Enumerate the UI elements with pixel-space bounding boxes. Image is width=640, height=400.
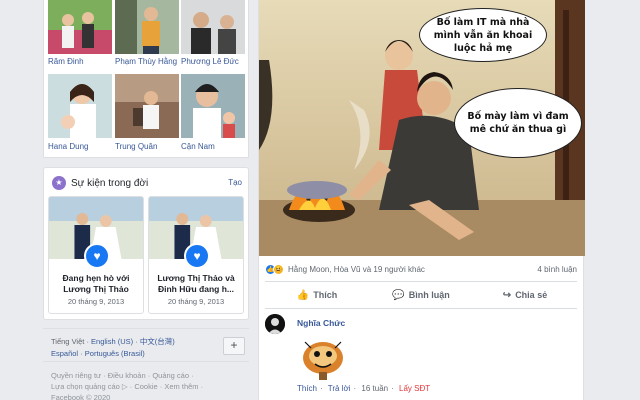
friend-photo[interactable] <box>48 74 112 138</box>
friend-photo[interactable] <box>48 0 112 54</box>
friend-name[interactable]: Cận Nam <box>181 142 245 151</box>
like-button[interactable]: 👍 Thích <box>265 284 369 306</box>
share-label: Chia sẻ <box>515 290 548 300</box>
language-row: Español · Português (Brasil) <box>51 349 145 358</box>
friend-tile[interactable]: Hana Dung <box>48 74 112 151</box>
life-event-card[interactable]: ♥ Đang hẹn hò với Lương Thị Thảo 20 thán… <box>48 196 144 314</box>
comment-timestamp[interactable]: 16 tuần <box>361 384 388 393</box>
language-selector: Tiếng Việt · English (US) · 中文(台灣) Españ… <box>43 328 249 362</box>
life-events-header: ★ Sự kiện trong đời <box>52 175 148 191</box>
share-icon: ↪ <box>502 289 512 301</box>
share-button[interactable]: ↪ Chia sẻ <box>473 284 577 306</box>
comment-label: Bình luận <box>408 290 450 300</box>
comment-reply-link[interactable]: Trả lời <box>328 384 351 393</box>
footer-copyright: Facebook © 2020 <box>51 393 111 400</box>
event-title[interactable]: Đang hẹn hò với Lương Thị Thảo <box>53 273 139 295</box>
reactions-summary[interactable]: Hằng Moon, Hòa Vũ và 19 người khác <box>288 265 425 274</box>
language-link[interactable]: Español <box>51 349 78 358</box>
post-card: Bố làm IT mà nhà mình vẫn ăn khoai luộc … <box>258 0 585 400</box>
footer-links: Quyền riêng tư · Điều khoản · Quảng cáo … <box>51 370 251 400</box>
comment-author[interactable]: Nghĩa Chức <box>297 318 345 328</box>
comment-actions: Thích · Trả lời · 16 tuần · Lấy SĐT <box>297 384 431 393</box>
divider <box>265 308 577 309</box>
event-date: 20 tháng 9, 2013 <box>67 297 125 306</box>
sticker-image <box>303 341 343 380</box>
comment-button[interactable]: 💬 Bình luận <box>369 284 473 306</box>
get-phone-link[interactable]: Lấy SĐT <box>399 384 430 393</box>
friend-name[interactable]: Phạm Thùy Hằng <box>115 57 179 66</box>
left-column: Răm Đinh Phạm Thùy Hằng Phương Lê Đức Ha… <box>43 0 249 400</box>
friend-photo[interactable] <box>181 74 245 138</box>
divider <box>265 281 577 282</box>
comment-icon: 💬 <box>392 289 405 301</box>
language-link[interactable]: 中文(台灣) <box>140 337 175 346</box>
reactions-bar: 👍 😆 Hằng Moon, Hòa Vũ và 19 người khác 4… <box>265 262 577 276</box>
friend-photo[interactable] <box>181 0 245 54</box>
thumbs-up-icon: 👍 <box>296 289 310 301</box>
create-event-link[interactable]: Tạo <box>228 178 242 187</box>
event-title[interactable]: Lương Thị Thảo và Đinh Hữu đang h... <box>153 273 239 295</box>
comment-like-link[interactable]: Thích <box>297 384 317 393</box>
friend-photo[interactable] <box>115 74 179 138</box>
footer-line[interactable]: Lựa chọn quảng cáo ▷ · Cookie · Xem thêm… <box>51 381 251 392</box>
friend-photo[interactable] <box>115 0 179 54</box>
friends-grid: Răm Đinh Phạm Thùy Hằng Phương Lê Đức Ha… <box>43 0 249 158</box>
like-label: Thích <box>313 290 338 300</box>
comment-item: Nghĩa Chức Thích · Trả lời · 16 tuần · Lấy … <box>265 314 577 398</box>
speech-bubble: Bố làm IT mà nhà mình vẫn ăn khoai luộc … <box>419 8 547 62</box>
language-row: Tiếng Việt · English (US) · 中文(台灣) <box>51 337 175 346</box>
speech-bubble-text: Bố làm IT mà nhà mình vẫn ăn khoai luộc … <box>433 16 533 54</box>
speech-bubble-text: Bố mày làm vì đam mê chứ ăn thua gì <box>467 111 569 135</box>
footer-line[interactable]: Quyền riêng tư · Điều khoản · Quảng cáo … <box>51 370 251 381</box>
language-link[interactable]: Português (Brasil) <box>85 349 145 358</box>
friend-tile[interactable]: Răm Đinh <box>48 0 112 66</box>
friend-tile[interactable]: Cận Nam <box>181 74 245 151</box>
life-events-title: Sự kiện trong đời <box>71 177 149 189</box>
avatar[interactable] <box>265 314 285 334</box>
friend-tile[interactable]: Phạm Thùy Hằng <box>115 0 179 66</box>
friend-name[interactable]: Trung Quân <box>115 142 179 151</box>
current-language: Tiếng Việt <box>51 337 85 346</box>
language-link[interactable]: English (US) <box>91 337 133 346</box>
more-languages-button[interactable]: + <box>223 337 245 355</box>
post-actions: 👍 Thích 💬 Bình luận ↪ Chia sẻ <box>265 284 577 306</box>
life-event-card[interactable]: ♥ Lương Thị Thảo và Đinh Hữu đang h... 2… <box>148 196 244 314</box>
life-events-card: ★ Sự kiện trong đời Tạo ♥ Đang hẹn hò vớ… <box>43 167 249 320</box>
friend-name[interactable]: Hana Dung <box>48 142 112 151</box>
friend-tile[interactable]: Phương Lê Đức <box>181 0 245 66</box>
friend-tile[interactable]: Trung Quân <box>115 74 179 151</box>
star-icon: ★ <box>52 176 66 190</box>
friend-name[interactable]: Răm Đinh <box>48 57 112 66</box>
comments-count[interactable]: 4 bình luận <box>537 265 577 274</box>
friend-name[interactable]: Phương Lê Đức <box>181 57 245 66</box>
speech-bubble: Bố mày làm vì đam mê chứ ăn thua gì <box>454 88 582 158</box>
heart-icon: ♥ <box>84 243 110 269</box>
event-date: 20 tháng 9, 2013 <box>167 297 225 306</box>
haha-reaction-icon: 😆 <box>273 263 284 275</box>
heart-icon: ♥ <box>184 243 210 269</box>
